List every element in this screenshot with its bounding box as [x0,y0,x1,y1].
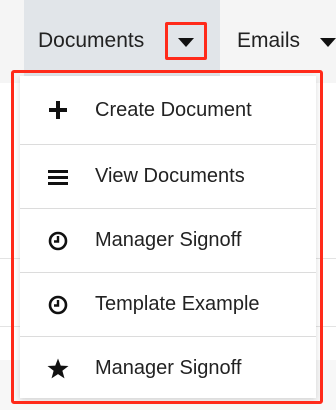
clock-icon [46,229,70,253]
menu-item-label: Template Example [95,293,260,315]
chevron-down-icon[interactable] [178,38,194,47]
menu-item-template-example[interactable]: Template Example [20,272,316,336]
menu-item-view-documents[interactable]: View Documents [20,144,316,208]
documents-dropdown-menu: Create Document View Documents Manager S… [20,76,316,398]
tab-emails[interactable]: Emails [237,28,300,54]
list-icon [46,165,70,189]
menu-item-label: Manager Signoff [95,357,242,379]
menu-item-manager-signoff[interactable]: Manager Signoff [20,208,316,272]
tab-documents[interactable]: Documents [38,28,144,54]
menu-item-label: View Documents [95,165,245,187]
star-icon [46,357,70,381]
menu-item-create-document[interactable]: Create Document [20,78,316,142]
menu-item-manager-signoff-favorite[interactable]: Manager Signoff [20,336,316,400]
menu-item-label: Create Document [95,98,252,121]
clock-icon [46,293,70,317]
chevron-down-icon[interactable] [320,38,336,47]
menu-item-label: Manager Signoff [95,229,242,251]
plus-icon [46,98,70,122]
